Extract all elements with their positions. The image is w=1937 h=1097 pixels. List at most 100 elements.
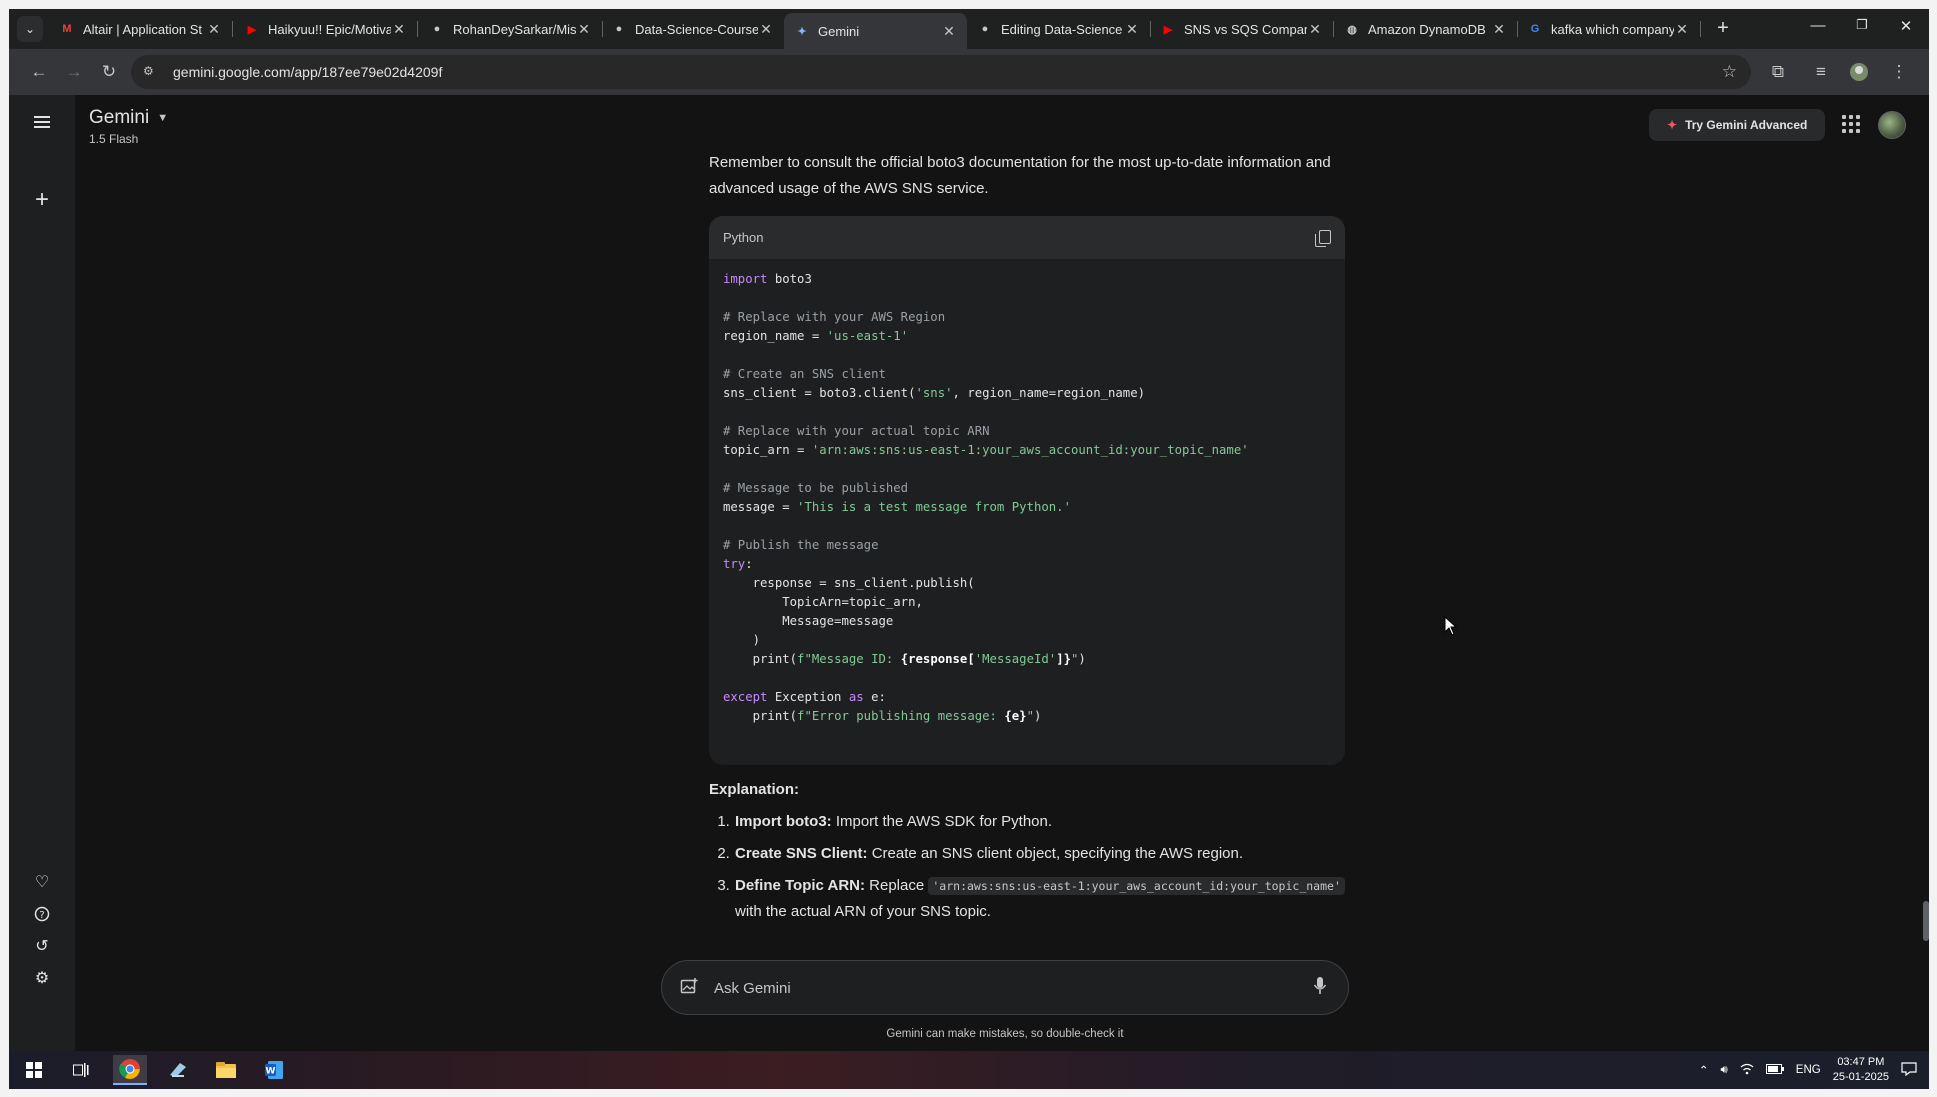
prompt-input[interactable] [714,976,1274,1000]
restore-button[interactable]: ❐ [1847,17,1877,33]
file-explorer-icon[interactable] [209,1055,243,1085]
code-token: try [723,557,746,571]
close-tab-icon[interactable]: ✕ [206,21,222,38]
input-language[interactable]: ENG [1796,1064,1821,1076]
mouse-cursor-icon [1444,616,1458,636]
extensions-icon[interactable]: ⧉ [1766,60,1790,84]
close-tab-icon[interactable]: ✕ [1124,21,1140,38]
scrollbar-thumb[interactable] [1923,901,1929,941]
tab-title: Data-Science-Course [635,21,758,37]
code-token: 'This is a test message from Python.' [797,500,1071,514]
reload-icon[interactable]: ↻ [97,60,121,84]
browser-tab[interactable]: ▶ SNS vs SQS Comparis ✕ [1150,14,1334,44]
try-advanced-button[interactable]: ✦ Try Gemini Advanced [1649,109,1826,141]
copy-icon[interactable] [1315,229,1331,247]
tab-search-button[interactable]: ⌄ [17,16,43,42]
close-tab-icon[interactable]: ✕ [391,21,407,38]
code-token: # Create an SNS client [723,367,886,381]
code-token: 'MessageId' [974,652,1057,666]
upload-image-icon[interactable] [680,977,700,997]
code-token: print( [723,709,798,723]
site-info-icon[interactable]: ⚙ [143,64,159,80]
gemini-app: + ♡ ? ↺ ⚙ Gemini ▼ 1.5 Flash ✦ Try Gemin… [9,95,1929,1051]
back-icon[interactable]: ← [27,60,51,84]
account-avatar[interactable] [1878,111,1906,139]
help-icon[interactable]: ? [28,900,56,928]
notifications-icon[interactable] [1901,1061,1917,1079]
activity-icon[interactable]: ↺ [28,932,56,960]
wifi-icon[interactable] [1740,1063,1754,1078]
browser-tab[interactable]: ● Data-Science-Course ✕ [601,14,784,44]
close-tab-icon[interactable]: ✕ [758,21,774,38]
code-line: # Replace with your actual topic ARN [723,422,1331,441]
google-apps-icon[interactable] [1840,113,1862,135]
explanation-list: Import boto3: Import the AWS SDK for Pyt… [709,809,1349,925]
code-token: print( [723,652,798,666]
gem-manager-icon[interactable]: ♡ [28,868,56,896]
code-token: ) [1078,652,1086,666]
tab-title: kafka which company [1551,21,1674,37]
code-content: import boto3 # Replace with your AWS Regi… [709,259,1345,737]
forward-icon[interactable]: → [62,60,86,84]
settings-icon[interactable]: ⚙ [28,964,56,992]
explanation-item-text: Import the AWS SDK for Python. [831,813,1053,830]
code-token: as [848,690,864,704]
browser-tab[interactable]: Gkafka which company ✕ [1517,14,1701,44]
side-navigation: + ♡ ? ↺ ⚙ [9,95,75,1051]
browser-tab[interactable]: ● Editing Data-Science ✕ [967,14,1151,44]
browser-window: ⌄ M Altair | Application St ✕ ▶ Haikyuu!! Ep… [9,9,1929,1089]
url-text[interactable]: gemini.google.com/app/187ee79e02d4209f [173,64,442,80]
close-tab-icon[interactable]: ✕ [1307,21,1323,38]
browser-menu-icon[interactable]: ⋮ [1887,60,1911,84]
browser-tab[interactable]: ● RohanDeySarkar/Mis ✕ [419,14,603,44]
volume-icon[interactable]: 🔊︎ [1721,1064,1728,1077]
code-token: 'arn:aws:sns:us-east-1:your_aws_account_… [811,443,1249,457]
close-tab-icon[interactable]: ✕ [1674,21,1690,38]
explanation-item: Define Topic ARN: Replace 'arn:aws:sns:u… [734,873,1349,925]
model-name: 1.5 Flash [89,132,139,146]
new-chat-icon[interactable]: + [28,186,56,214]
code-line: Message=message [723,612,1331,631]
new-tab-button[interactable]: + [1711,17,1735,40]
show-hidden-icons-icon[interactable]: ⌃ [1699,1063,1709,1077]
word-taskbar-icon[interactable]: W [257,1055,291,1085]
snipping-tool-icon[interactable] [161,1055,195,1085]
windows-start-icon[interactable] [17,1055,51,1085]
browser-tab[interactable]: ▶ Haikyuu!! Epic/Motiva ✕ [234,14,418,44]
explanation-item-text-after: with the actual ARN of your SNS topic. [735,903,991,920]
model-switcher[interactable]: Gemini ▼ [89,107,168,129]
code-token: # Replace with your AWS Region [723,310,946,324]
media-control-icon[interactable]: ≡ [1809,60,1833,84]
github-icon: ● [981,23,989,35]
sparkle-icon: ✦ [1667,118,1678,132]
code-token: , region_name=region_name) [952,386,1146,400]
brand[interactable]: Gemini ▼ 1.5 Flash [89,107,168,146]
browser-tab[interactable]: M Altair | Application St ✕ [49,14,233,44]
profile-icon[interactable] [1847,60,1871,84]
close-tab-icon[interactable]: ✕ [941,23,957,40]
browser-tab[interactable]: ◍ Amazon DynamoDB ✕ [1334,14,1518,44]
clock[interactable]: 03:47 PM 25-01-2025 [1833,1055,1889,1085]
chrome-taskbar-icon[interactable] [113,1055,147,1085]
close-tab-icon[interactable]: ✕ [1491,21,1507,38]
app-name: Gemini [89,107,150,128]
browser-tab[interactable]: ✦ Gemini ✕ [784,13,967,49]
battery-icon[interactable] [1765,1063,1784,1077]
bookmark-star-icon[interactable]: ☆ [1722,62,1737,82]
minimize-button[interactable]: — [1803,17,1833,34]
close-window-button[interactable]: ✕ [1891,17,1921,35]
explanation-item: Import boto3: Import the AWS SDK for Pyt… [734,809,1349,835]
microphone-icon[interactable] [1310,976,1330,1000]
code-token: " [1026,709,1034,723]
code-token: import [723,272,768,286]
code-token: message = [723,500,798,514]
close-tab-icon[interactable]: ✕ [576,21,592,38]
task-view-icon[interactable] [64,1055,98,1085]
code-token: 'sns' [915,386,953,400]
tab-strip: ⌄ M Altair | Application St ✕ ▶ Haikyuu!! Ep… [9,9,1929,49]
tab-separator [1700,21,1701,37]
explanation-item-text: Create an SNS client object, specifying … [867,845,1244,862]
address-bar[interactable]: ⚙ gemini.google.com/app/187ee79e02d4209f… [131,55,1751,89]
main-menu-icon[interactable] [28,108,56,136]
